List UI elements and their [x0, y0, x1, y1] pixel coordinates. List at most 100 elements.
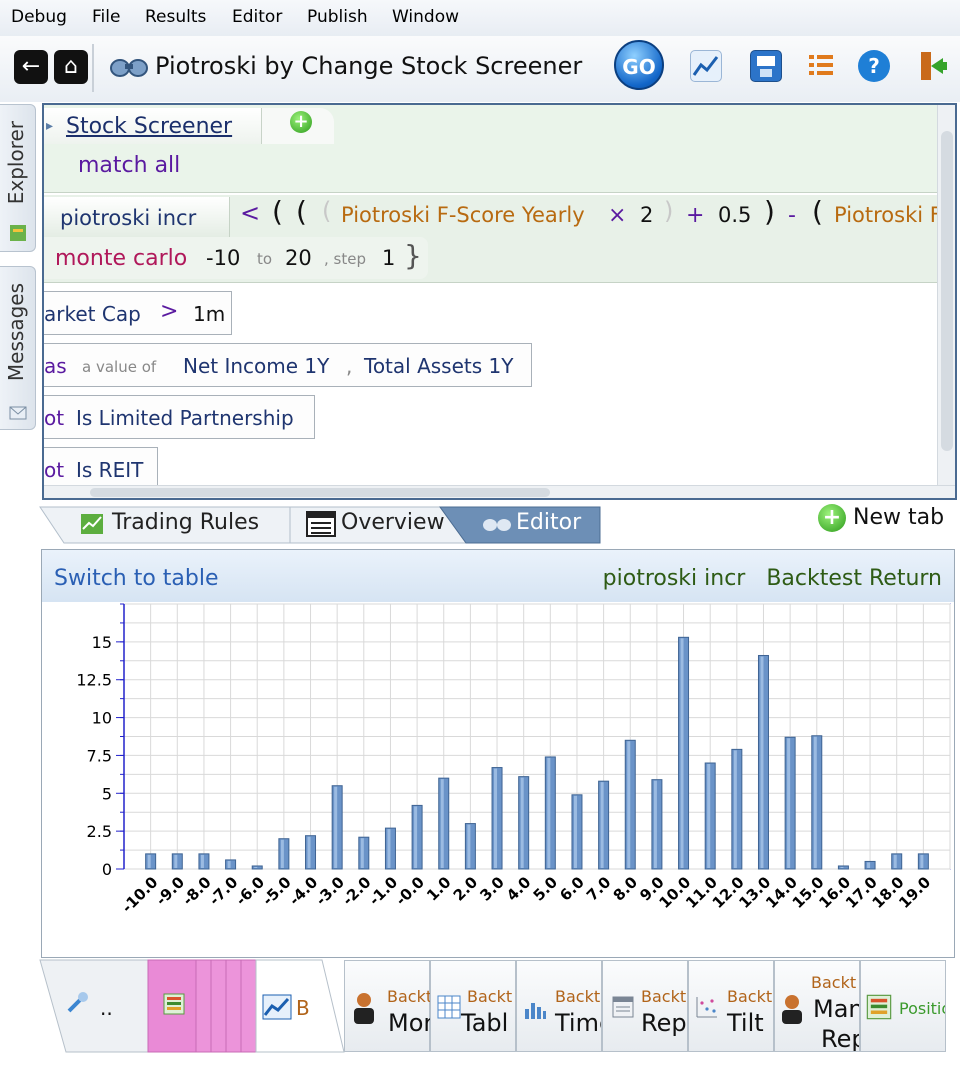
horizontal-scroll-thumb[interactable] — [90, 488, 550, 497]
tab-overview-label: Overview — [341, 510, 445, 535]
bottom-tab-chart[interactable]: B — [258, 960, 342, 1052]
go-button[interactable]: GO — [614, 40, 664, 90]
bar-highlight — [840, 866, 844, 868]
condition-reit[interactable]: ot Is REIT — [44, 447, 158, 485]
bottom-tab-time-small: Backt — [555, 987, 601, 1006]
x-tick-label: 3.0 — [476, 873, 508, 905]
bar-highlight — [494, 768, 498, 868]
rule-name-tab[interactable]: piotroski incr — [44, 197, 230, 237]
op-times[interactable]: × — [608, 203, 626, 228]
bottom-tab-bar: .. B Backtest Monte Backt Tabl Backt Tim… — [0, 958, 960, 1091]
paren-open-4: ( — [812, 195, 823, 228]
field-piotroski-second[interactable]: Piotroski F — [834, 203, 937, 227]
horizontal-scrollbar[interactable] — [44, 485, 955, 498]
value-half[interactable]: 0.5 — [718, 203, 751, 227]
menu-file[interactable]: File — [92, 7, 120, 27]
bottom-tab-tilt[interactable]: Backt Tilt — [688, 960, 774, 1052]
bar-highlight — [627, 741, 631, 868]
bar-highlight — [307, 836, 311, 868]
monte-from-value[interactable]: -10 — [206, 246, 240, 270]
save-button[interactable] — [750, 50, 782, 82]
table-grid-icon — [437, 995, 461, 1019]
op-minus[interactable]: - — [788, 203, 796, 228]
tab-messages[interactable]: Messages — [0, 266, 36, 430]
manager-person-icon — [782, 995, 802, 1024]
position-list-icon — [866, 994, 892, 1020]
bar-highlight — [707, 764, 711, 868]
explorer-icon — [10, 225, 26, 241]
new-tab-button[interactable]: + New tab — [818, 504, 944, 532]
switch-to-table-link[interactable]: Switch to table — [54, 566, 219, 591]
bottom-tab-tools-label: .. — [100, 996, 113, 1020]
screener-tab[interactable]: ▸ Stock Screener — [44, 108, 262, 144]
rule-name: piotroski incr — [60, 206, 197, 230]
bar-highlight — [600, 782, 604, 868]
editor-binoculars-icon — [483, 519, 511, 531]
bar-highlight — [227, 860, 231, 868]
bar-highlight — [547, 757, 551, 868]
list-button[interactable] — [805, 50, 837, 82]
home-button[interactable]: ⌂ — [54, 50, 88, 84]
field-reit: Is REIT — [76, 458, 144, 482]
exit-button[interactable] — [916, 50, 948, 82]
bottom-tab-position[interactable]: Position — [860, 960, 946, 1052]
bottom-tab-report-small: Backt — [641, 987, 687, 1006]
condition-market-cap[interactable]: arket Cap > 1m — [44, 291, 232, 335]
x-tick-label: 7.0 — [583, 873, 615, 905]
value-two[interactable]: 2 — [640, 203, 653, 227]
x-tick-label: 8.0 — [610, 873, 642, 905]
back-button[interactable]: ← — [14, 50, 48, 84]
match-all-keyword[interactable]: match all — [78, 153, 180, 178]
vertical-scrollbar[interactable] — [937, 105, 955, 485]
add-rule-button[interactable]: + — [290, 111, 312, 133]
bottom-tab-manager-small: Backt — [811, 973, 857, 992]
chart-title-rule: piotroski incr — [602, 566, 746, 591]
monte-to-label: to — [257, 250, 273, 268]
bottom-tab-time[interactable]: Backt Time — [516, 960, 602, 1052]
monte-to-value[interactable]: 20 — [285, 246, 312, 270]
y-tick-label: 2.5 — [87, 822, 112, 841]
scatter-plot-icon — [696, 997, 717, 1018]
condition-limited-partnership[interactable]: ot Is Limited Partnership — [44, 395, 315, 439]
chart-button[interactable] — [690, 50, 722, 82]
paren-open-1: ( — [272, 195, 283, 228]
menu-editor[interactable]: Editor — [232, 7, 282, 27]
bottom-tab-manager-report[interactable]: Backt Man Rep — [774, 960, 860, 1052]
bottom-tab-table-big: Tabl — [461, 1009, 509, 1037]
help-button[interactable]: ? — [858, 50, 890, 82]
field-piotroski-yearly[interactable]: Piotroski F-Score Yearly — [341, 203, 585, 227]
bottom-tab-table[interactable]: Backt Tabl — [430, 960, 516, 1052]
bottom-tab-report[interactable]: Backt Rep — [602, 960, 688, 1052]
menu-publish[interactable]: Publish — [307, 7, 368, 27]
field-market-cap: arket Cap — [44, 302, 141, 326]
page-title: Piotroski by Change Stock Screener — [155, 52, 583, 80]
monte-step-value[interactable]: 1 — [382, 246, 395, 270]
bottom-tab-report-big: Rep — [641, 1009, 687, 1037]
bar-highlight — [520, 777, 524, 868]
menu-window[interactable]: Window — [392, 7, 459, 27]
bottom-tab-monte[interactable]: Backtest Monte — [344, 960, 463, 1052]
separator-comma: , — [346, 354, 353, 378]
bottom-tab-screener[interactable] — [150, 960, 196, 1052]
tab-explorer[interactable]: Explorer — [0, 104, 36, 252]
screener-name-link[interactable]: Stock Screener — [66, 114, 232, 139]
bar-highlight — [414, 806, 418, 868]
bottom-tab-tools[interactable]: .. — [58, 960, 146, 1052]
tab-explorer-label: Explorer — [4, 121, 28, 205]
paren-open-3: ( — [322, 197, 332, 225]
toolbar: ← ⌂ Piotroski by Change Stock Screener G… — [0, 36, 960, 102]
screener-block: ▸ Stock Screener + match all — [44, 105, 937, 193]
bar-highlight — [920, 854, 924, 868]
menu-debug[interactable]: Debug — [11, 7, 67, 27]
vertical-scroll-thumb[interactable] — [941, 131, 953, 451]
op-less-than[interactable]: < — [240, 199, 260, 227]
condition-has-value[interactable]: as a value of Net Income 1Y , Total Asse… — [44, 343, 532, 387]
keyword-has: as — [44, 354, 67, 378]
monte-carlo-label[interactable]: monte carlo — [55, 246, 187, 271]
bar-highlight — [147, 854, 151, 868]
chart-tab-icon — [262, 994, 292, 1020]
menu-results[interactable]: Results — [145, 7, 206, 27]
field-net-income: Net Income 1Y — [183, 354, 330, 378]
op-plus[interactable]: + — [686, 203, 704, 228]
envelope-icon — [9, 406, 27, 420]
